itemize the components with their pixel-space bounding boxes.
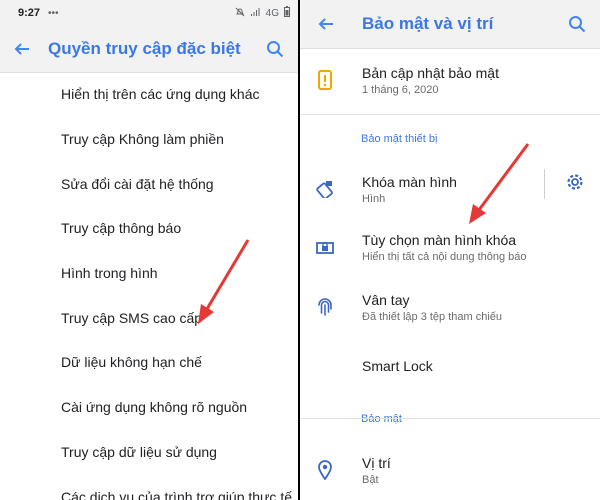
location-pin-icon xyxy=(300,460,350,480)
app-bar-right: Bảo mật và vị trí xyxy=(300,0,600,49)
app-bar: Quyền truy cập đặc biệt xyxy=(0,26,300,73)
menu-item-premium-sms[interactable]: Truy cập SMS cao cấp xyxy=(0,295,300,340)
menu-item-unrestricted-data[interactable]: Dữ liệu không hạn chế xyxy=(0,340,300,385)
screen-lock-item[interactable]: Khóa màn hình Hình xyxy=(300,161,600,217)
gear-icon[interactable] xyxy=(566,173,584,196)
status-time: 9:27 xyxy=(18,7,41,19)
status-icons: 4G xyxy=(235,6,290,20)
fingerprint-icon xyxy=(300,297,350,317)
lock-screen-preferences-value: Hiển thị tất cả nội dung thông báo xyxy=(362,250,527,263)
screen-lock-value: Hình xyxy=(362,192,386,205)
fingerprint-item[interactable]: Vân tay Đã thiết lập 3 tệp tham chiếu xyxy=(300,277,600,337)
screen-lock-title: Khóa màn hình xyxy=(362,173,457,190)
security-update-title: Bản cập nhật bảo mật xyxy=(362,64,499,81)
menu-item-picture-in-picture[interactable]: Hình trong hình xyxy=(0,251,300,296)
warning-icon xyxy=(300,70,350,90)
section-header-security: Bảo mật xyxy=(361,413,402,425)
divider-line xyxy=(300,114,600,115)
back-arrow-icon[interactable] xyxy=(0,27,44,71)
vertical-separator xyxy=(544,169,545,199)
location-item[interactable]: Vị trí Bật xyxy=(300,441,600,499)
signal-icon xyxy=(250,7,261,20)
notification-dots: ••• xyxy=(48,7,59,19)
menu-item-usage-access[interactable]: Truy cập dữ liệu sử dụng xyxy=(0,430,300,475)
location-title: Vị trí xyxy=(362,454,391,471)
divider-line xyxy=(300,418,600,419)
network-type: 4G xyxy=(265,7,279,19)
battery-icon xyxy=(284,6,290,20)
page-title: Quyền truy cập đặc biệt xyxy=(48,39,241,58)
security-update-item[interactable]: Bản cập nhật bảo mật 1 tháng 6, 2020 xyxy=(300,48,600,112)
menu-item-notification-access[interactable]: Truy cập thông báo xyxy=(0,206,300,251)
special-access-list: Hiển thị trên các ứng dụng khác Truy cập… xyxy=(0,72,300,500)
page-title-right: Bảo mật và vị trí xyxy=(362,14,494,33)
smart-lock-title: Smart Lock xyxy=(362,358,433,374)
lock-screen-preferences-item[interactable]: Tùy chọn màn hình khóa Hiển thị tất cả n… xyxy=(300,217,600,277)
lock-screen-icon xyxy=(300,240,350,254)
security-update-date: 1 tháng 6, 2020 xyxy=(362,83,439,96)
fingerprint-value: Đã thiết lập 3 tệp tham chiếu xyxy=(362,310,503,323)
left-screen: 9:27 ••• 4G Quyền truy cập đặc biệt Hiển… xyxy=(0,0,300,500)
fingerprint-title: Vân tay xyxy=(362,291,410,308)
section-header-device-security: Bảo mật thiết bị xyxy=(361,133,438,145)
security-settings-list: Bản cập nhật bảo mật 1 tháng 6, 2020 Bảo… xyxy=(300,48,600,499)
menu-item-do-not-disturb[interactable]: Truy cập Không làm phiền xyxy=(0,117,300,162)
menu-item-display-over-apps[interactable]: Hiển thị trên các ứng dụng khác xyxy=(0,72,300,117)
status-bar: 9:27 ••• 4G xyxy=(0,0,300,26)
screen-lock-icon xyxy=(300,180,350,198)
mute-icon xyxy=(235,7,245,20)
menu-item-install-unknown-apps[interactable]: Cài ứng dụng không rõ nguồn xyxy=(0,385,300,430)
search-icon[interactable] xyxy=(560,2,594,46)
back-arrow-icon[interactable] xyxy=(304,2,348,46)
menu-item-vr-helper-services[interactable]: Các dịch vụ của trình trợ giúp thực tế xyxy=(0,474,300,500)
location-value: Bật xyxy=(362,473,379,486)
right-screen: Bảo mật và vị trí Bản cập nhật bảo mật 1… xyxy=(300,0,600,500)
lock-screen-preferences-title: Tùy chọn màn hình khóa xyxy=(362,231,517,248)
smart-lock-item[interactable]: Smart Lock xyxy=(300,337,600,395)
search-icon[interactable] xyxy=(258,27,292,71)
menu-item-modify-system-settings[interactable]: Sửa đổi cài đặt hệ thống xyxy=(0,161,300,206)
